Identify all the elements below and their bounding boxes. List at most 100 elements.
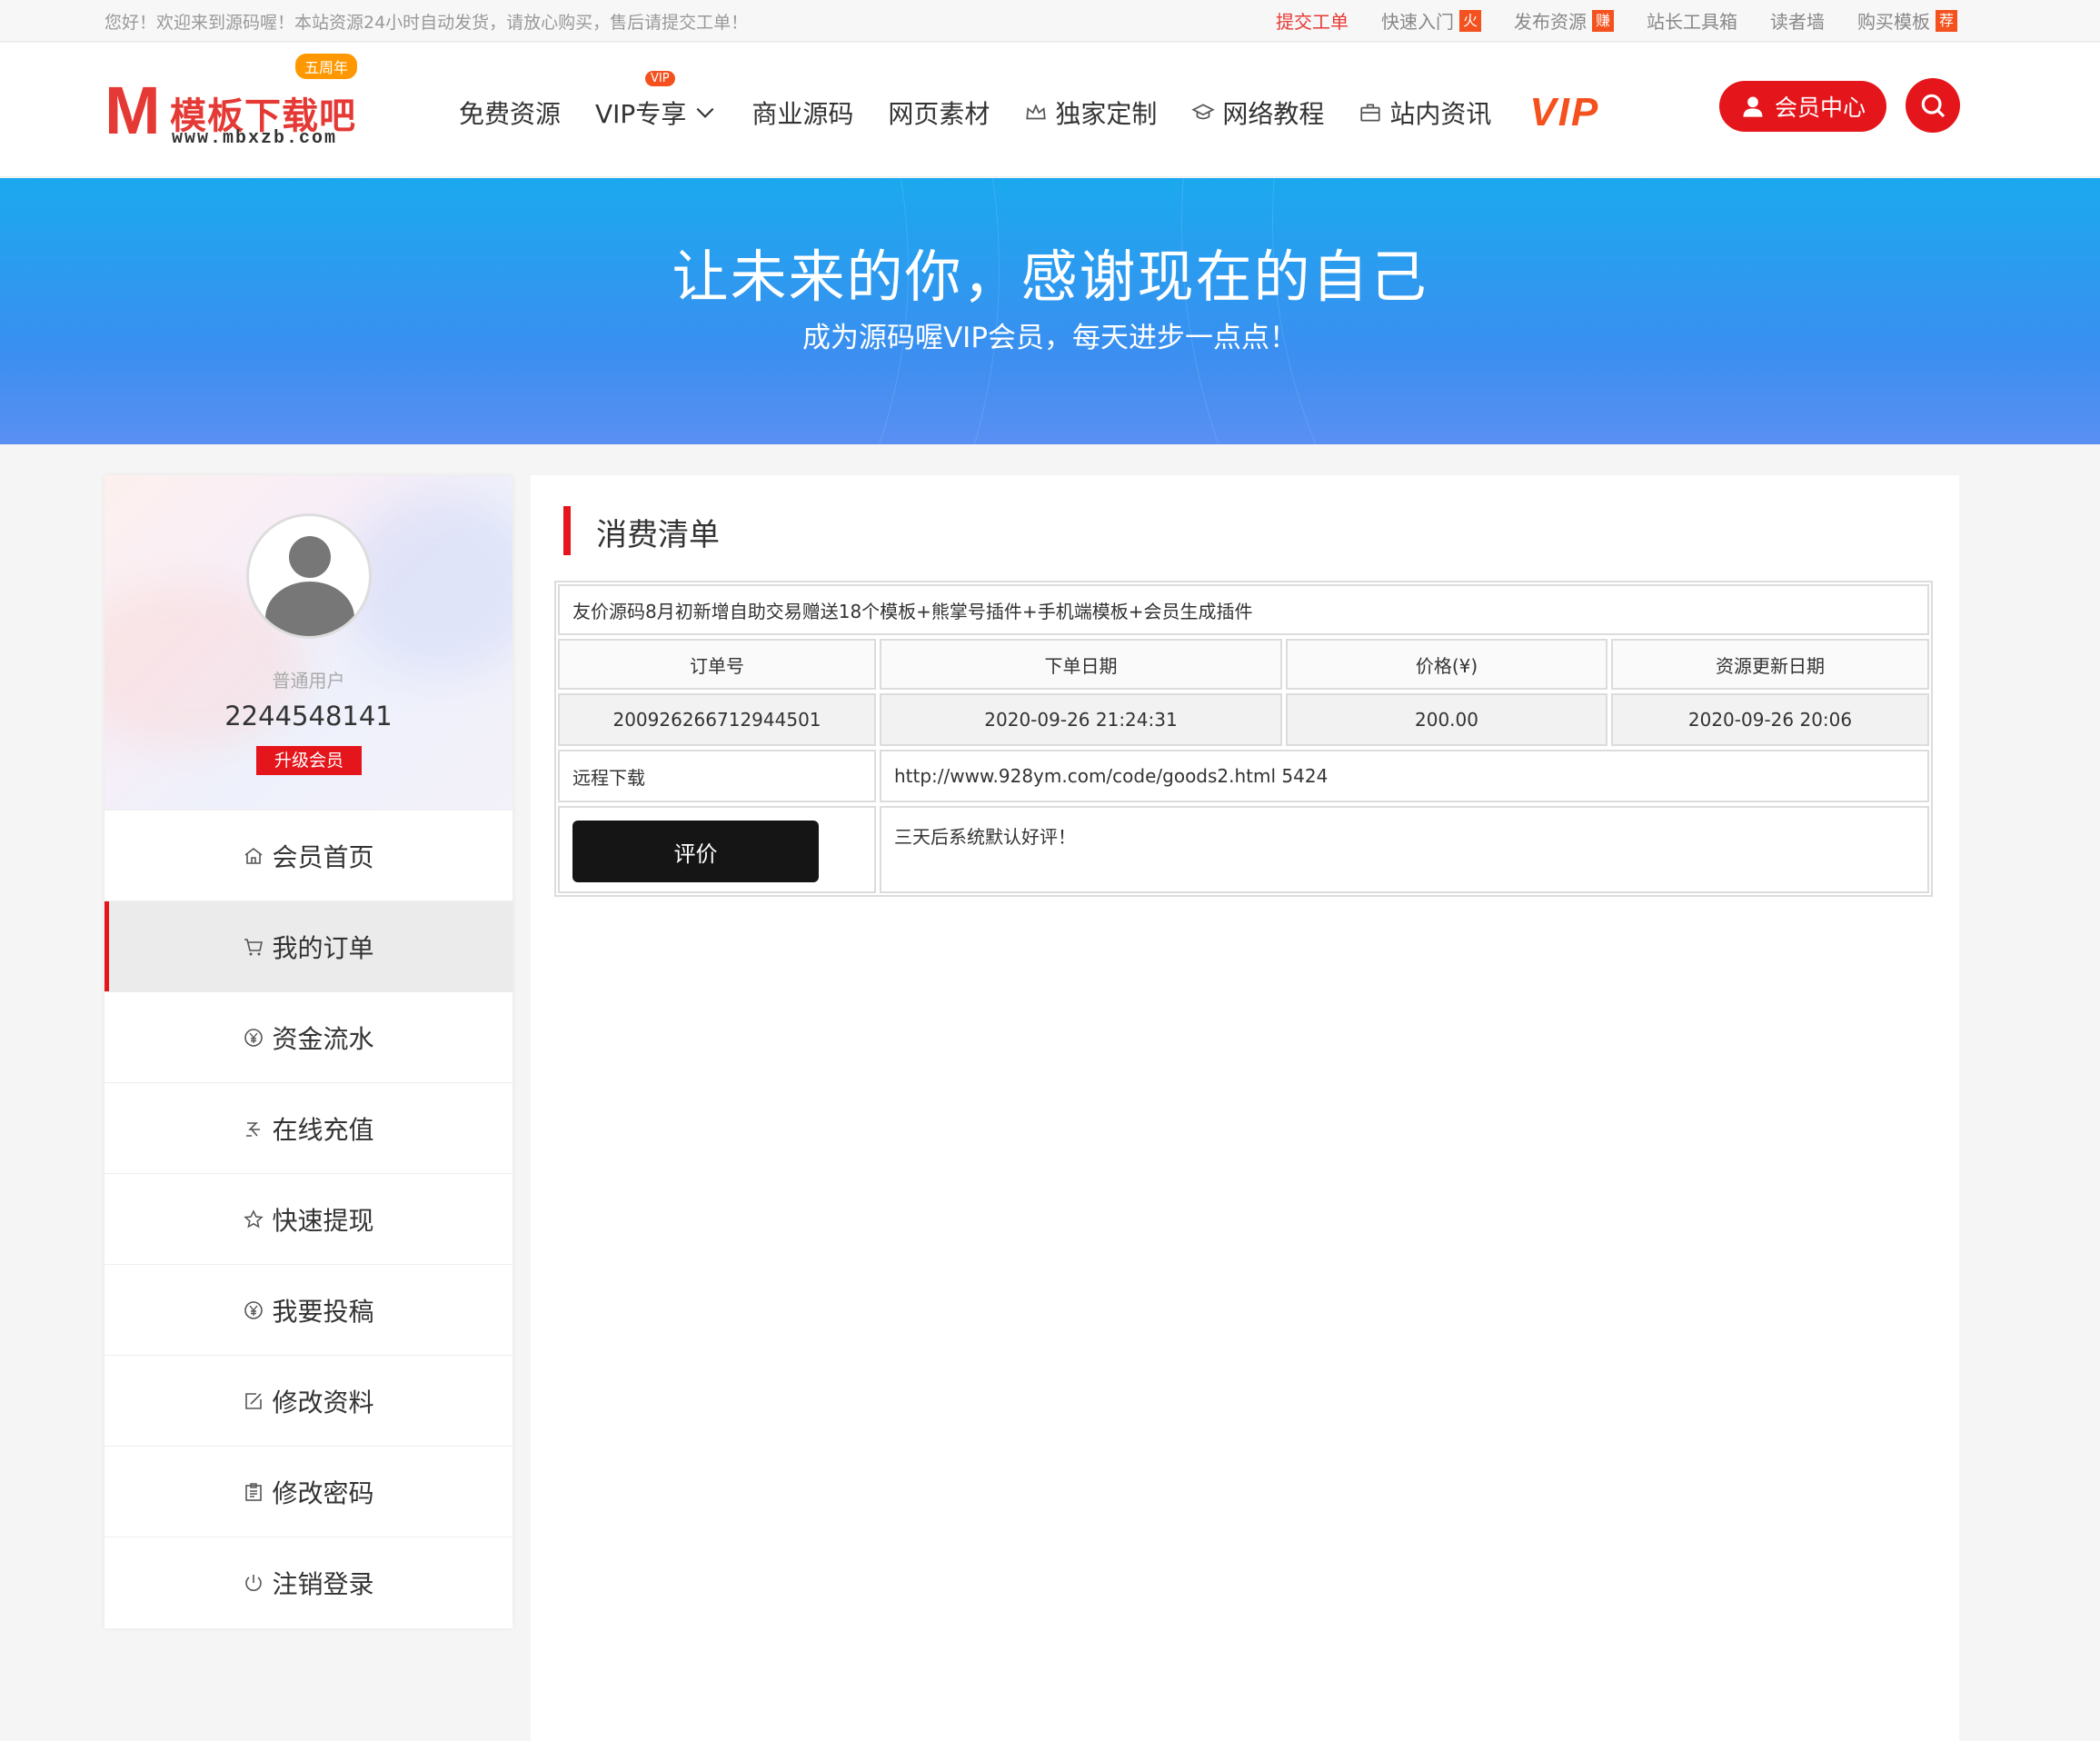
profile-card: 普通用户 2244548141 升级会员: [105, 475, 513, 810]
member-center-label: 会员中心: [1774, 95, 1866, 121]
header-price: 价格(¥): [1286, 639, 1607, 690]
nav-label: 站内资讯: [1389, 99, 1492, 129]
top-link-label: 提交工单: [1275, 11, 1349, 33]
power-icon: [245, 1574, 263, 1591]
star-icon: [244, 1209, 264, 1228]
review-button[interactable]: 评价: [572, 821, 819, 882]
menu-label: 在线充值: [272, 1114, 374, 1145]
user-role: 普通用户: [272, 670, 345, 691]
hot-badge: 火: [1458, 9, 1481, 32]
title-accent: [563, 506, 571, 555]
nav-web-assets[interactable]: 网页素材: [888, 95, 990, 131]
download-label: 远程下载: [558, 750, 876, 802]
menu-item-withdraw[interactable]: 快速提现: [105, 1173, 513, 1264]
order-date: 2020-09-26 21:24:31: [880, 693, 1282, 746]
top-link-label: 快速入门: [1380, 11, 1454, 33]
menu-label: 会员首页: [272, 841, 374, 872]
avatar[interactable]: [246, 513, 372, 639]
top-link-publish[interactable]: 发布资源赚: [1514, 7, 1614, 34]
resource-update-date: 2020-09-26 20:06: [1611, 693, 1929, 746]
chevron-down-icon: [696, 107, 714, 118]
nav-label: 网络教程: [1222, 99, 1325, 129]
nav-commercial-source[interactable]: 商业源码: [751, 95, 853, 131]
menu-item-edit-profile[interactable]: 修改资料: [105, 1355, 513, 1446]
order-number: 200926266712944501: [558, 693, 876, 746]
nav-vip-exclusive[interactable]: VIP VIP专享: [595, 71, 717, 131]
search-button[interactable]: [1906, 78, 1960, 133]
menu-label: 资金流水: [272, 1023, 374, 1054]
yen-circle-icon: [244, 1300, 264, 1319]
top-link-label: 发布资源: [1513, 11, 1587, 33]
site-logo[interactable]: M 模板下载吧 www.mbxzb.com 五周年: [105, 54, 377, 154]
menu-item-my-orders[interactable]: 我的订单: [105, 900, 513, 991]
briefcase-icon: [1360, 104, 1381, 122]
yen-sign-icon: [246, 1121, 261, 1137]
nav-news[interactable]: 站内资讯: [1359, 95, 1491, 131]
header: M 模板下载吧 www.mbxzb.com 五周年 免费资源 VIP VIP专享…: [0, 43, 2100, 177]
top-link-label: 读者墙: [1769, 11, 1825, 33]
anniversary-badge: 五周年: [295, 54, 358, 79]
menu-label: 修改资料: [272, 1387, 374, 1418]
user-icon: [1743, 96, 1763, 117]
recommend-badge: 荐: [1935, 9, 1957, 32]
nav-label: 独家定制: [1055, 99, 1158, 129]
crown-icon: [1026, 104, 1047, 120]
nav-label: 网页素材: [888, 99, 990, 129]
top-bar: 您好！欢迎来到源码喔！本站资源24小时自动发货，请放心购买，售后请提交工单！ 提…: [0, 0, 2100, 42]
menu-label: 注销登录: [272, 1568, 374, 1599]
menu-label: 修改密码: [272, 1477, 374, 1508]
user-id: 2244548141: [224, 701, 393, 731]
nav-free-resources[interactable]: 免费资源: [459, 95, 561, 131]
vip-badge: VIP: [645, 71, 675, 86]
home-icon: [244, 847, 263, 864]
member-sidebar: 普通用户 2244548141 升级会员 会员首页 我的订单 资金流水 在线充值…: [105, 475, 513, 1628]
search-icon: [1921, 94, 1946, 118]
download-link[interactable]: http://www.928ym.com/code/goods2.html 54…: [880, 750, 1929, 802]
hero-banner: 让未来的你，感谢现在的自己 成为源码喔VIP会员，每天进步一点点！: [0, 178, 2100, 444]
menu-item-logout[interactable]: 注销登录: [105, 1537, 513, 1627]
top-link-quick-start[interactable]: 快速入门火: [1381, 7, 1481, 34]
top-link-submit-ticket[interactable]: 提交工单: [1276, 7, 1349, 34]
yen-circle-icon: [244, 1028, 264, 1047]
menu-item-member-home[interactable]: 会员首页: [105, 810, 513, 900]
top-link-label: 购买模板: [1856, 11, 1930, 33]
graduation-cap-icon: [1191, 104, 1216, 120]
menu-label: 我的订单: [272, 932, 374, 963]
banner-subtitle: 成为源码喔VIP会员，每天进步一点点！: [801, 322, 1299, 354]
avatar-head: [289, 536, 331, 578]
logo-url: www.mbxzb.com: [172, 128, 338, 149]
menu-item-change-password[interactable]: 修改密码: [105, 1446, 513, 1537]
order-price: 200.00: [1286, 693, 1607, 746]
nav-custom[interactable]: 独家定制: [1024, 95, 1157, 131]
banner-title: 让未来的你，感谢现在的自己: [672, 244, 1428, 310]
menu-label: 快速提现: [272, 1205, 374, 1236]
top-link-reader-wall[interactable]: 读者墙: [1770, 7, 1825, 34]
avatar-body: [265, 582, 354, 636]
page-title: 消费清单: [596, 517, 720, 553]
order-table: 友价源码8月初新增自助交易赠送18个模板+熊掌号插件+手机端模板+会员生成插件 …: [554, 581, 1933, 897]
review-cell: 评价: [558, 806, 876, 893]
top-link-label: 站长工具箱: [1646, 11, 1737, 33]
top-links: 提交工单 快速入门火 发布资源赚 站长工具箱 读者墙 购买模板荐: [1276, 7, 1957, 34]
nav-vip-logo[interactable]: VIP: [1529, 90, 1599, 135]
top-link-buy-template[interactable]: 购买模板荐: [1857, 7, 1957, 34]
main-nav: 免费资源 VIP VIP专享 商业源码 网页素材 独家定制 网络教程 站内资讯 …: [459, 71, 1599, 135]
review-note-cell: 三天后系统默认好评！: [880, 806, 1929, 893]
menu-item-fund-flow[interactable]: 资金流水: [105, 991, 513, 1082]
upgrade-member-button[interactable]: 升级会员: [256, 746, 362, 775]
logo-letter: M: [105, 73, 161, 148]
menu-item-submit-post[interactable]: 我要投稿: [105, 1264, 513, 1355]
review-note: 三天后系统默认好评！: [894, 826, 1076, 848]
menu-item-recharge[interactable]: 在线充值: [105, 1082, 513, 1173]
nav-tutorials[interactable]: 网络教程: [1191, 95, 1324, 131]
header-order-date: 下单日期: [880, 639, 1282, 690]
header-order-no: 订单号: [558, 639, 876, 690]
earn-badge: 赚: [1591, 9, 1614, 32]
clipboard-icon: [245, 1482, 263, 1501]
member-center-button[interactable]: 会员中心: [1719, 81, 1886, 132]
nav-label: 商业源码: [751, 99, 854, 129]
product-name: 友价源码8月初新增自助交易赠送18个模板+熊掌号插件+手机端模板+会员生成插件: [558, 584, 1929, 635]
cart-icon: [244, 938, 264, 955]
top-link-toolbox[interactable]: 站长工具箱: [1647, 7, 1737, 34]
welcome-text: 您好！欢迎来到源码喔！本站资源24小时自动发货，请放心购买，售后请提交工单！: [105, 13, 749, 33]
